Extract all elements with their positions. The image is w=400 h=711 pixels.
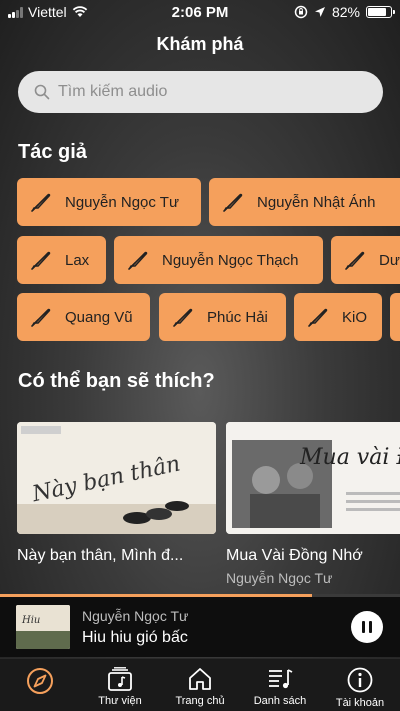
authors-row-3: Quang Vũ Phúc Hải KiO [17,293,400,341]
tab-label: Thư viện [98,695,142,707]
feather-icon [308,308,328,327]
author-chip[interactable]: Nguyễn Nhật Ánh [209,178,400,226]
recommend-carousel[interactable]: Này bạn thân Này bạn thân, Mình đ... Mua… [17,422,400,592]
playlist-icon [269,669,293,689]
author-chip-label: Nguyễn Ngọc Thạch [162,251,299,269]
tab-label: Trang chủ [175,695,225,707]
author-chip[interactable]: KiO [294,293,382,341]
feather-icon [223,193,243,212]
feather-icon [345,251,365,270]
feather-icon [31,193,51,212]
author-chip-label: Phúc Hải [207,308,268,326]
info-icon [347,667,373,693]
tab-library[interactable]: Thư viện [80,659,160,711]
author-chip[interactable]: Phúc Hải [159,293,286,341]
pause-icon [362,621,365,633]
compass-icon [27,668,53,694]
audio-cover-image: Mua vài Đồng nh [226,422,400,534]
music-library-icon [108,667,132,691]
author-chip[interactable] [390,293,400,341]
author-chip-label: Nguyễn Nhật Ánh [257,193,376,211]
audio-card-title: Mua Vài Đồng Nhớ [226,547,363,564]
search-icon [34,84,50,100]
authors-heading: Tác giả [18,141,87,163]
page-title: Khám phá [156,34,244,54]
author-chip[interactable]: Nguyễn Ngọc Tư [17,178,201,226]
author-chip-label: Lax [65,251,90,269]
authors-row-2: Lax Nguyễn Ngọc Thạch Dư [17,236,400,284]
author-chip-label: KiO [342,308,368,326]
audio-card[interactable]: Này bạn thân Này bạn thân, Mình đ... [17,422,217,570]
search-bar[interactable] [18,71,383,113]
svg-text:Hiu: Hiu [21,615,40,626]
author-chip[interactable]: Quang Vũ [17,293,150,341]
recommend-heading: Có thể bạn sẽ thích? [18,370,215,392]
feather-icon [128,251,148,270]
audio-cover-image: Này bạn thân [17,422,216,534]
now-playing-author: Nguyễn Ngọc Tư [82,607,189,624]
tab-label: Danh sách [253,695,307,707]
pause-button[interactable] [351,611,383,643]
now-playing-cover: Hiu [16,605,70,649]
feather-icon [173,308,193,327]
battery-icon [366,6,395,18]
home-icon [189,668,211,690]
tab-home[interactable]: Trang chủ [160,659,240,711]
author-chip[interactable]: Lax [17,236,106,284]
author-chip[interactable]: Dư [331,236,400,284]
audio-card-author: Nguyễn Ngọc Tư [226,570,333,586]
tab-account[interactable]: Tài khoản [320,659,400,711]
search-input[interactable] [58,83,358,101]
tab-label: Tài khoản [335,697,385,709]
tab-discover[interactable] [0,659,80,711]
audio-card[interactable]: Mua vài Đồng nh Mua Vài Đồng Nhớ Nguyễn … [226,422,400,586]
mini-player[interactable]: Hiu Nguyễn Ngọc Tư Hiu hiu gió bấc [0,597,400,657]
status-bar: Viettel 2:06 PM 82% [0,0,400,24]
author-chip-label: Dư [379,251,400,269]
feather-icon [31,308,51,327]
cover-script-text: Mua vài Đồng nh [299,444,400,470]
author-chip-label: Nguyễn Ngọc Tư [65,193,179,211]
battery-percent: 82% [331,4,360,20]
tab-bar: Thư viện Trang chủ Danh sách Tài khoản [0,658,400,711]
author-chip[interactable]: Nguyễn Ngọc Thạch [114,236,323,284]
now-playing-title: Hiu hiu gió bấc [82,628,188,646]
authors-row-1: Nguyễn Ngọc Tư Nguyễn Nhật Ánh [17,178,400,226]
feather-icon [31,251,51,270]
location-icon [314,7,325,17]
audio-card-title: Này bạn thân, Mình đ... [17,547,184,564]
author-chip-label: Quang Vũ [65,308,133,326]
tab-playlist[interactable]: Danh sách [240,659,320,711]
rotation-lock-icon [294,5,308,19]
